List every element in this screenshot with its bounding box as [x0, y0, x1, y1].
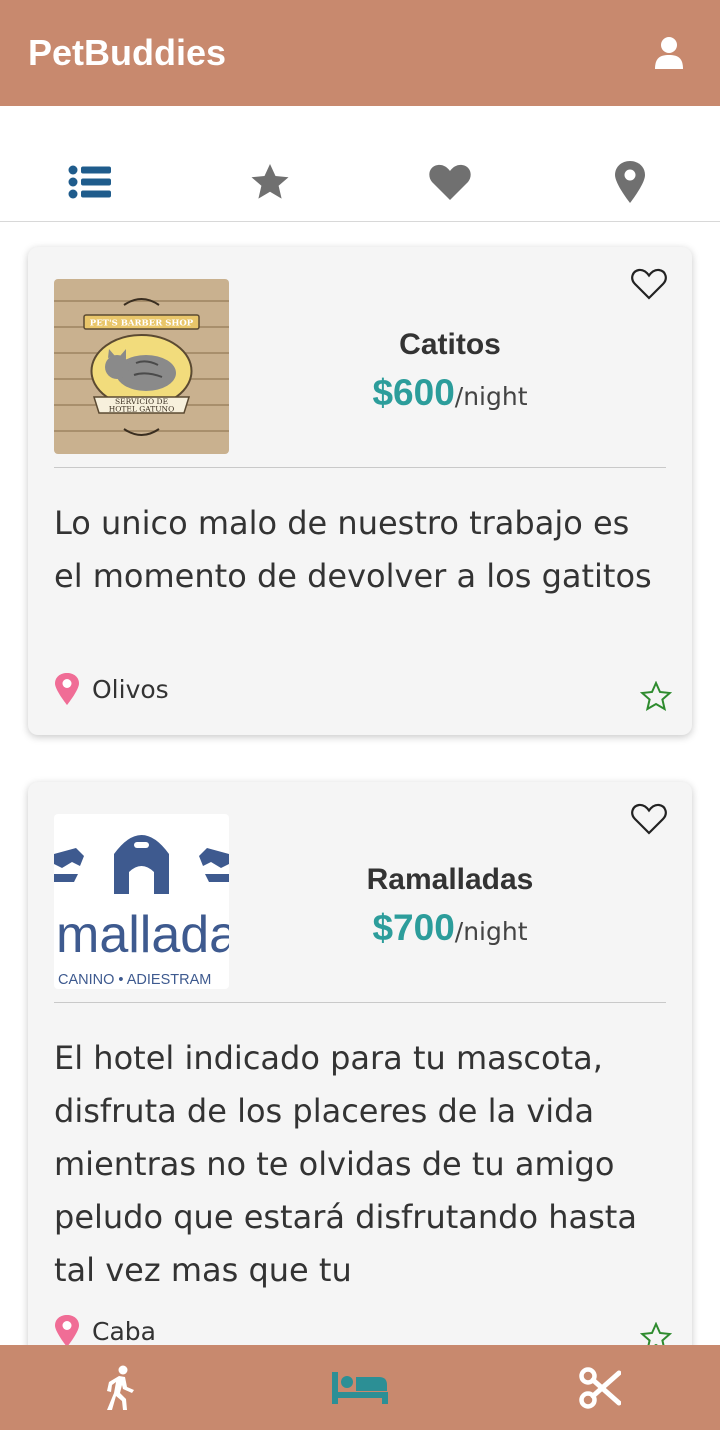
- app-title: PetBuddies: [28, 32, 227, 73]
- hotel-description: Lo unico malo de nuestro trabajo es el m…: [54, 504, 652, 595]
- location-pin-icon: [55, 673, 79, 705]
- hotel-description: El hotel indicado para tu mascota, disfr…: [54, 1039, 637, 1289]
- tab-favorites[interactable]: [360, 106, 540, 221]
- rating-star-icon[interactable]: [640, 681, 672, 711]
- hotel-card[interactable]: mallada CANINO • ADIESTRAM Ramalladas $7…: [28, 782, 692, 1345]
- hotel-header: Ramalladas $700/night: [238, 862, 662, 955]
- svg-text:CANINO • ADIESTRAM: CANINO • ADIESTRAM: [58, 972, 211, 988]
- hotel-card[interactable]: PET'S BARBER SHOP SERVICIO DE HOTEL GATU…: [28, 247, 692, 735]
- nav-hotels[interactable]: [240, 1345, 480, 1430]
- tab-list[interactable]: [0, 106, 180, 221]
- hotel-logo: PET'S BARBER SHOP SERVICIO DE HOTEL GATU…: [54, 279, 229, 454]
- tab-nearby[interactable]: [540, 106, 720, 221]
- divider: [54, 467, 666, 468]
- user-icon[interactable]: [654, 36, 684, 70]
- location-pin-icon: [55, 1315, 79, 1345]
- scissors-icon: [579, 1366, 621, 1409]
- hotel-name: Catitos: [399, 328, 501, 361]
- price-row: $700/night: [238, 908, 662, 955]
- nav-grooming[interactable]: [480, 1345, 720, 1430]
- hotel-price: $600: [372, 372, 455, 413]
- divider: [54, 1002, 666, 1003]
- svg-text:HOTEL GATUNO: HOTEL GATUNO: [109, 405, 175, 414]
- svg-text:PET'S BARBER SHOP: PET'S BARBER SHOP: [90, 319, 194, 329]
- heart-icon: [429, 164, 471, 200]
- walking-icon: [107, 1365, 134, 1410]
- star-icon: [251, 163, 289, 199]
- rating-star-icon[interactable]: [640, 1322, 672, 1345]
- hotel-name: Ramalladas: [366, 863, 534, 896]
- ramalladas-logo-image: mallada CANINO • ADIESTRAM: [54, 814, 229, 989]
- location-label: Olivos: [92, 674, 169, 704]
- hotel-price: $700: [372, 907, 455, 948]
- price-row: $600/night: [238, 373, 662, 420]
- catitos-logo-image: PET'S BARBER SHOP SERVICIO DE HOTEL GATU…: [54, 279, 229, 454]
- bottom-nav: [0, 1345, 720, 1430]
- list-icon: [68, 165, 111, 198]
- svg-text:mallada: mallada: [56, 906, 229, 964]
- location-label: Caba: [92, 1316, 156, 1346]
- map-marker-icon: [615, 160, 645, 203]
- nav-walkers[interactable]: [0, 1345, 240, 1430]
- price-unit: /night: [454, 382, 528, 411]
- hotel-location: Caba: [54, 1314, 156, 1345]
- bed-icon: [332, 1371, 388, 1404]
- tab-bar: [0, 106, 720, 222]
- tab-top-rated[interactable]: [180, 106, 360, 221]
- favorite-heart-icon[interactable]: [630, 802, 668, 836]
- price-unit: /night: [454, 917, 528, 946]
- hotel-location: Olivos: [54, 672, 169, 706]
- hotel-logo: mallada CANINO • ADIESTRAM: [54, 814, 229, 989]
- app-bar: PetBuddies: [0, 0, 720, 106]
- hotel-list: PET'S BARBER SHOP SERVICIO DE HOTEL GATU…: [0, 223, 720, 1345]
- hotel-header: Catitos $600/night: [238, 327, 662, 420]
- favorite-heart-icon[interactable]: [630, 267, 668, 301]
